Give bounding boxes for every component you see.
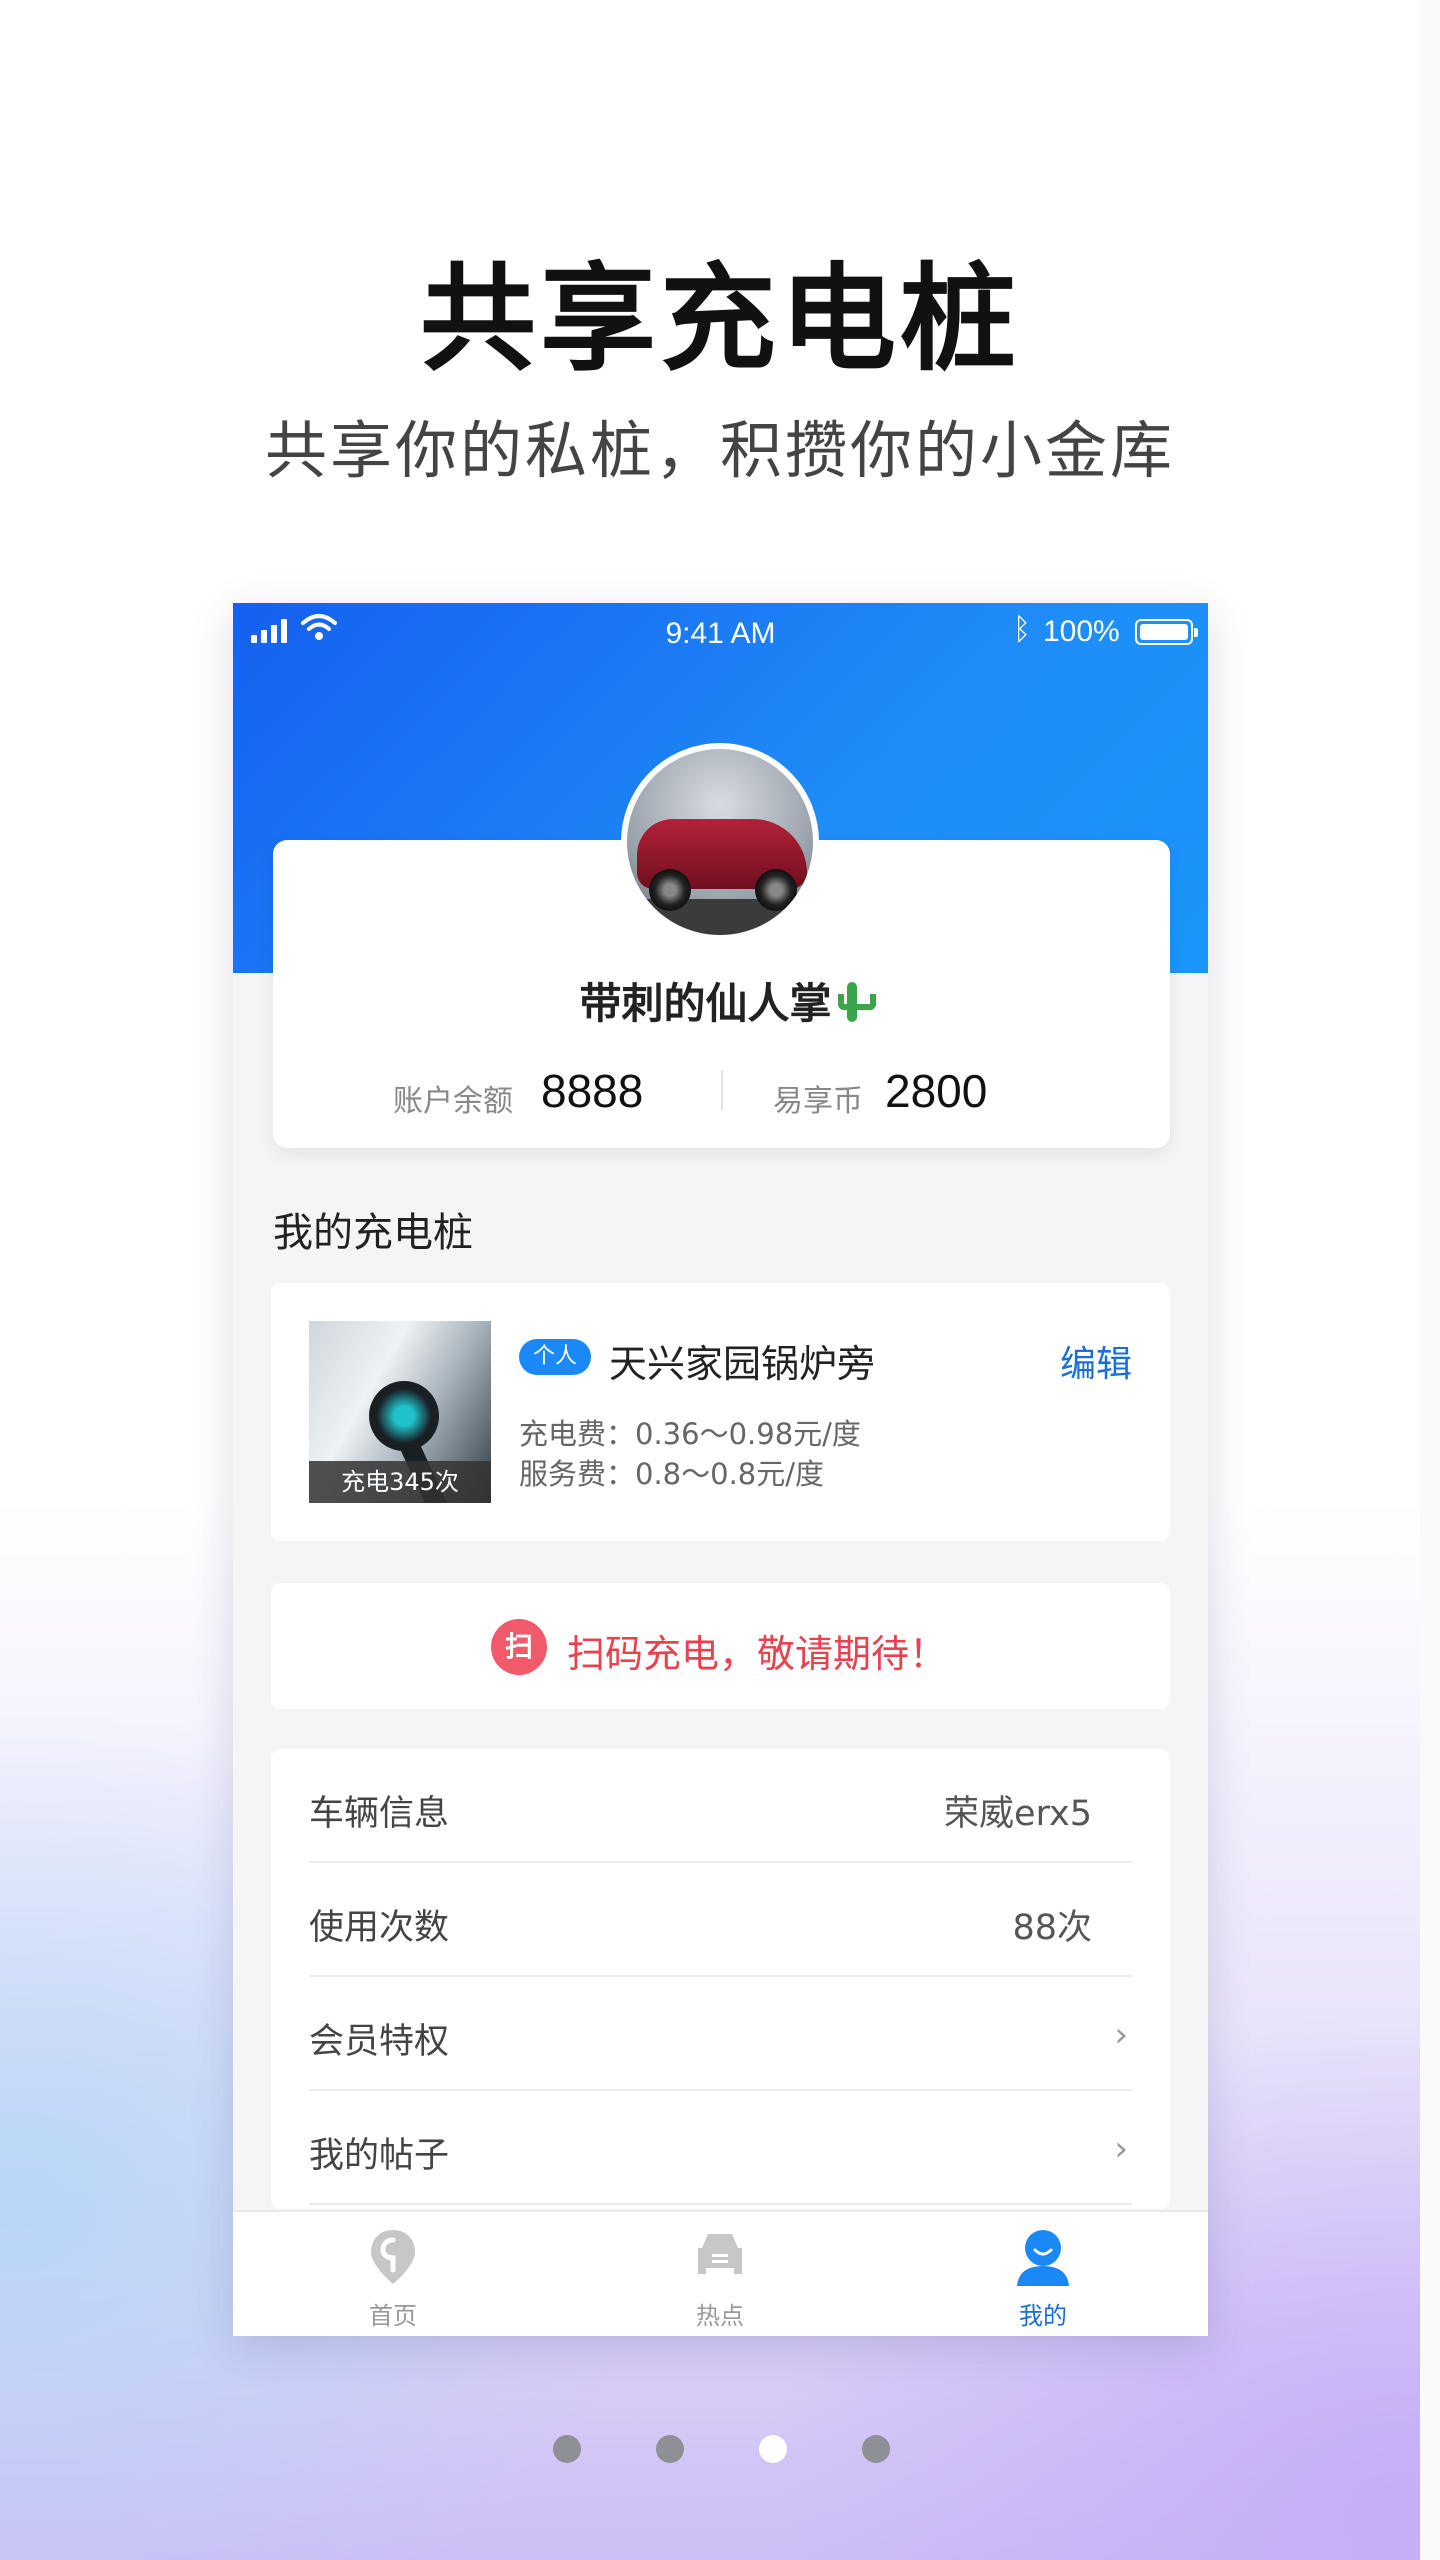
tab-label: 首页 [369,2302,417,2330]
tab-hot[interactable]: 热点 [620,2212,820,2336]
tab-label: 我的 [1019,2302,1067,2330]
charge-fee: 充电费：0.36～0.98元/度 [519,1417,861,1451]
promo-subtitle: 共享你的私桩，积攒你的小金库 [264,414,1175,487]
coin-label: 易享币 [773,1084,863,1119]
car-icon [698,2234,742,2274]
account-stats: 账户余额 8888 易享币 2800 [273,1060,1170,1120]
phone-screen: 9:41 AM ᛒ 100% 带刺的仙人掌 账户余额 8888 易享币 2800… [233,603,1208,2336]
tab-label: 热点 [696,2302,744,2330]
username: 带刺的仙人掌 [273,970,1170,1031]
pile-thumbnail: 充电345次 [309,1321,491,1503]
list-item-posts[interactable]: 我的帖子 › [309,2091,1132,2205]
battery-percent: 100% [1043,615,1120,648]
pile-name: 天兴家园锅炉旁 [609,1342,876,1386]
balance-label: 账户余额 [393,1084,513,1119]
tab-bar: 首页 热点 我的 [233,2210,1208,2336]
status-bar: 9:41 AM ᛒ 100% [233,603,1208,663]
scan-charge-card[interactable]: 扫 扫码充电，敬请期待！ [271,1583,1170,1709]
balance-value[interactable]: 8888 [541,1064,643,1118]
info-list: 车辆信息 荣威erx5 使用次数 88次 会员特权 › 我的帖子 › [271,1749,1170,2209]
my-piles-title: 我的充电桩 [273,1210,473,1256]
list-item-membership[interactable]: 会员特权 › [309,1977,1132,2091]
coin-value[interactable]: 2800 [885,1064,987,1118]
tab-mine[interactable]: 我的 [943,2212,1143,2336]
bluetooth-icon: ᛒ [1013,613,1031,646]
stat-divider [721,1070,723,1110]
service-fee: 服务费：0.8～0.8元/度 [519,1457,825,1491]
home-pin-icon [371,2230,415,2284]
username-text: 带刺的仙人掌 [579,979,832,1028]
list-item-label: 使用次数 [309,1908,450,1948]
edit-button[interactable]: 编辑 [1060,1335,1132,1387]
charge-count: 充电345次 [309,1461,491,1503]
list-item-label: 我的帖子 [309,2136,450,2176]
page-dot[interactable] [862,2435,890,2463]
list-item-usage[interactable]: 使用次数 88次 [309,1863,1132,1977]
promo-title: 共享充电桩 [420,252,1020,387]
chevron-right-icon: › [1114,2015,1128,2055]
page-dot[interactable] [656,2435,684,2463]
list-item-value: 88次 [1012,1908,1092,1948]
list-item-vehicle[interactable]: 车辆信息 荣威erx5 [309,1749,1132,1863]
pile-card[interactable]: 充电345次 个人 天兴家园锅炉旁 编辑 充电费：0.36～0.98元/度 服务… [271,1283,1170,1541]
page-dot[interactable] [553,2435,581,2463]
battery-icon [1135,619,1198,645]
tab-home[interactable]: 首页 [293,2212,493,2336]
personal-tag: 个人 [519,1339,592,1375]
chevron-right-icon: › [1114,2129,1128,2169]
user-icon [1017,2230,1069,2286]
avatar[interactable] [621,743,819,941]
page-indicator [553,2435,893,2465]
page-dot-active[interactable] [759,2435,787,2463]
cactus-icon [837,980,876,1022]
scan-charge-text: 扫码充电，敬请期待！ [567,1632,948,1676]
list-item-label: 车辆信息 [309,1794,450,1834]
list-item-value: 荣威erx5 [944,1794,1092,1834]
list-item-label: 会员特权 [309,2022,450,2062]
scan-icon: 扫 [491,1619,547,1675]
